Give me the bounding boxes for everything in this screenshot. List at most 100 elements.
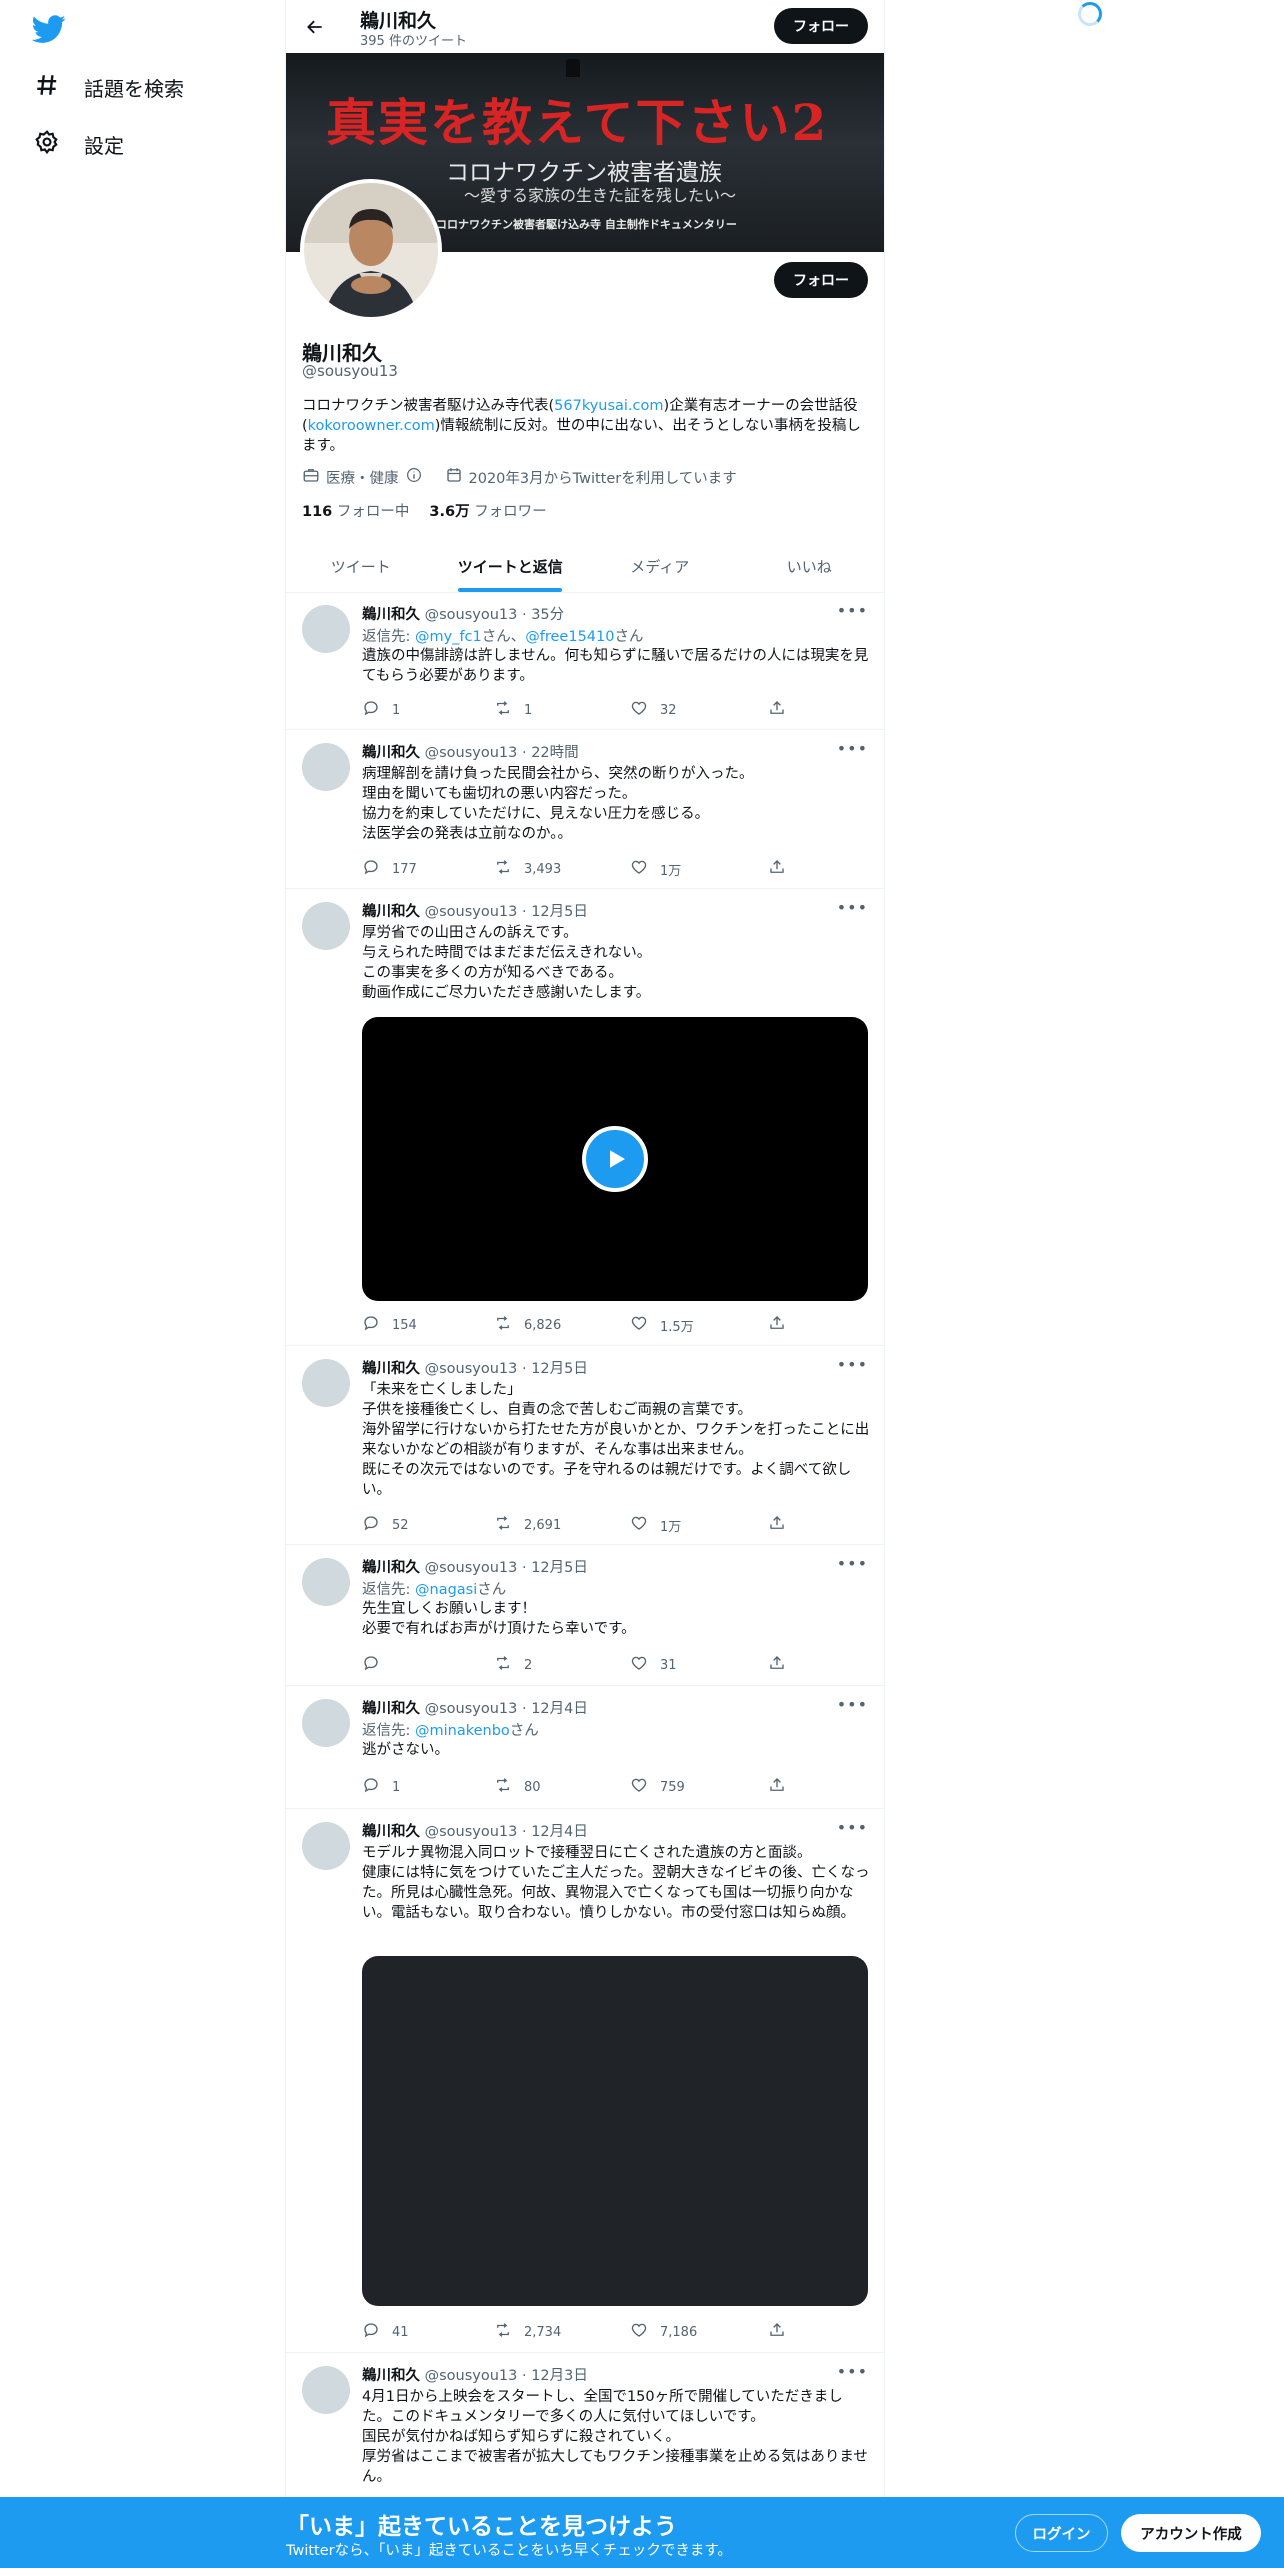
reply-button[interactable]: 1: [362, 1776, 494, 1798]
tweet-time[interactable]: 12月4日: [531, 1824, 588, 1840]
share-button[interactable]: [768, 1314, 808, 1336]
tweet-avatar[interactable]: [302, 1822, 350, 1870]
tweet[interactable]: 鵜川和久 @sousyou13 · 12月5日 ••• 厚労省での山田さんの訴え…: [286, 890, 884, 1346]
tweet-author[interactable]: 鵜川和久: [362, 745, 420, 761]
tweet[interactable]: 鵜川和久 @sousyou13 · 22時間 ••• 病理解剖を請け負った民間会…: [286, 731, 884, 889]
tweet-author[interactable]: 鵜川和久: [362, 904, 420, 920]
like-button[interactable]: 1万: [630, 1514, 768, 1536]
share-button[interactable]: [768, 1654, 808, 1676]
tweet-author[interactable]: 鵜川和久: [362, 1560, 420, 1576]
tweet-avatar[interactable]: [302, 605, 350, 653]
following-link[interactable]: 116 フォロー中: [302, 500, 409, 521]
retweet-button[interactable]: 6,826: [494, 1314, 630, 1336]
login-button[interactable]: ログイン: [1015, 2514, 1108, 2552]
tweet-avatar[interactable]: [302, 1558, 350, 1606]
reply-mention[interactable]: @free15410: [525, 629, 614, 645]
reply-mention[interactable]: @minakenbo: [415, 1723, 510, 1739]
tab-tweets[interactable]: ツイート: [286, 540, 436, 592]
tweet-handle[interactable]: @sousyou13: [425, 2368, 518, 2384]
tab-media[interactable]: メディア: [585, 540, 735, 592]
tweet-handle[interactable]: @sousyou13: [425, 904, 518, 920]
profile-follow-button[interactable]: フォロー: [774, 262, 868, 298]
share-button[interactable]: [768, 699, 808, 721]
tweet[interactable]: 鵜川和久 @sousyou13 · 12月4日 ••• モデルナ異物混入同ロット…: [286, 1810, 884, 2353]
tweet-author[interactable]: 鵜川和久: [362, 1824, 420, 1840]
tweet-video[interactable]: [362, 1017, 868, 1301]
reply-button[interactable]: 52: [362, 1514, 494, 1536]
header-follow-button[interactable]: フォロー: [774, 8, 868, 44]
reply-button[interactable]: [362, 1654, 494, 1676]
like-button[interactable]: 31: [630, 1654, 768, 1676]
like-button[interactable]: 32: [630, 699, 768, 721]
tweet-author[interactable]: 鵜川和久: [362, 607, 420, 623]
bio-link-kokoroowner[interactable]: kokoroowner.com: [308, 418, 435, 434]
signup-button[interactable]: アカウント作成: [1121, 2514, 1261, 2552]
tweet-handle[interactable]: @sousyou13: [425, 607, 518, 623]
retweet-button[interactable]: 80: [494, 1776, 630, 1798]
tweet-avatar[interactable]: [302, 902, 350, 950]
followers-link[interactable]: 3.6万 フォロワー: [429, 500, 546, 521]
tweet-time[interactable]: 12月5日: [531, 1361, 588, 1377]
tweet[interactable]: 鵜川和久 @sousyou13 · 12月3日 ••• 4月1日から上映会をスタ…: [286, 2354, 884, 2497]
tweet-author[interactable]: 鵜川和久: [362, 1361, 420, 1377]
tweet-time[interactable]: 12月5日: [531, 904, 588, 920]
more-icon[interactable]: •••: [837, 1355, 868, 1374]
tweet-handle[interactable]: @sousyou13: [425, 1361, 518, 1377]
tweet-avatar[interactable]: [302, 1699, 350, 1747]
tweet-avatar[interactable]: [302, 743, 350, 791]
reply-button[interactable]: 41: [362, 2321, 494, 2343]
like-button[interactable]: 759: [630, 1776, 768, 1798]
tweet-author[interactable]: 鵜川和久: [362, 2368, 420, 2384]
tweet[interactable]: 鵜川和久 @sousyou13 · 12月4日 ••• 返信先: @minake…: [286, 1687, 884, 1809]
info-icon[interactable]: [405, 466, 423, 488]
tweet-avatar[interactable]: [302, 2366, 350, 2414]
retweet-button[interactable]: 2: [494, 1654, 630, 1676]
more-icon[interactable]: •••: [837, 739, 868, 758]
more-icon[interactable]: •••: [837, 601, 868, 620]
retweet-button[interactable]: 2,734: [494, 2321, 630, 2343]
back-arrow-icon[interactable]: [300, 12, 330, 42]
more-icon[interactable]: •••: [837, 1695, 868, 1714]
tweet-avatar[interactable]: [302, 1359, 350, 1407]
tweet-time[interactable]: 12月4日: [531, 1701, 588, 1717]
tweet[interactable]: 鵜川和久 @sousyou13 · 35分 ••• 返信先: @my_fc1さん…: [286, 593, 884, 730]
like-button[interactable]: 7,186: [630, 2321, 768, 2343]
share-button[interactable]: [768, 858, 808, 880]
reply-mention[interactable]: @nagasi: [415, 1582, 477, 1598]
bio-link-kyusai[interactable]: 567kyusai.com: [554, 398, 663, 414]
twitter-bird-icon[interactable]: [31, 12, 66, 46]
tweet-handle[interactable]: @sousyou13: [425, 1824, 518, 1840]
retweet-button[interactable]: 2,691: [494, 1514, 630, 1536]
share-button[interactable]: [768, 2321, 808, 2343]
play-icon[interactable]: [582, 1126, 648, 1192]
share-button[interactable]: [768, 1776, 808, 1798]
tweet[interactable]: 鵜川和久 @sousyou13 · 12月5日 ••• 「未来を亡くしました」 …: [286, 1347, 884, 1545]
tweet-media[interactable]: [362, 1956, 868, 2306]
like-button[interactable]: 1万: [630, 858, 768, 880]
tweet-time[interactable]: 35分: [531, 607, 564, 623]
tweet-handle[interactable]: @sousyou13: [425, 1560, 518, 1576]
tweet-handle[interactable]: @sousyou13: [425, 1701, 518, 1717]
tweet[interactable]: 鵜川和久 @sousyou13 · 12月5日 ••• 返信先: @nagasi…: [286, 1546, 884, 1686]
nav-settings[interactable]: 設定: [34, 124, 124, 164]
nav-explore[interactable]: 話題を検索: [34, 67, 184, 107]
tweet-handle[interactable]: @sousyou13: [425, 745, 518, 761]
tweet-author[interactable]: 鵜川和久: [362, 1701, 420, 1717]
like-button[interactable]: 1.5万: [630, 1314, 768, 1336]
tab-likes[interactable]: いいね: [735, 540, 885, 592]
retweet-button[interactable]: 3,493: [494, 858, 630, 880]
reply-mention[interactable]: @my_fc1: [415, 629, 482, 645]
tweet-time[interactable]: 12月5日: [531, 1560, 588, 1576]
reply-button[interactable]: 154: [362, 1314, 494, 1336]
reply-button[interactable]: 1: [362, 699, 494, 721]
profile-avatar[interactable]: [300, 179, 442, 321]
more-icon[interactable]: •••: [837, 1554, 868, 1573]
tab-tweets-and-replies[interactable]: ツイートと返信: [436, 540, 586, 592]
tweet-time[interactable]: 22時間: [531, 745, 578, 761]
retweet-button[interactable]: 1: [494, 699, 630, 721]
more-icon[interactable]: •••: [837, 898, 868, 917]
tweet-time[interactable]: 12月3日: [531, 2368, 588, 2384]
more-icon[interactable]: •••: [837, 2362, 868, 2381]
reply-button[interactable]: 177: [362, 858, 494, 880]
share-button[interactable]: [768, 1514, 808, 1536]
